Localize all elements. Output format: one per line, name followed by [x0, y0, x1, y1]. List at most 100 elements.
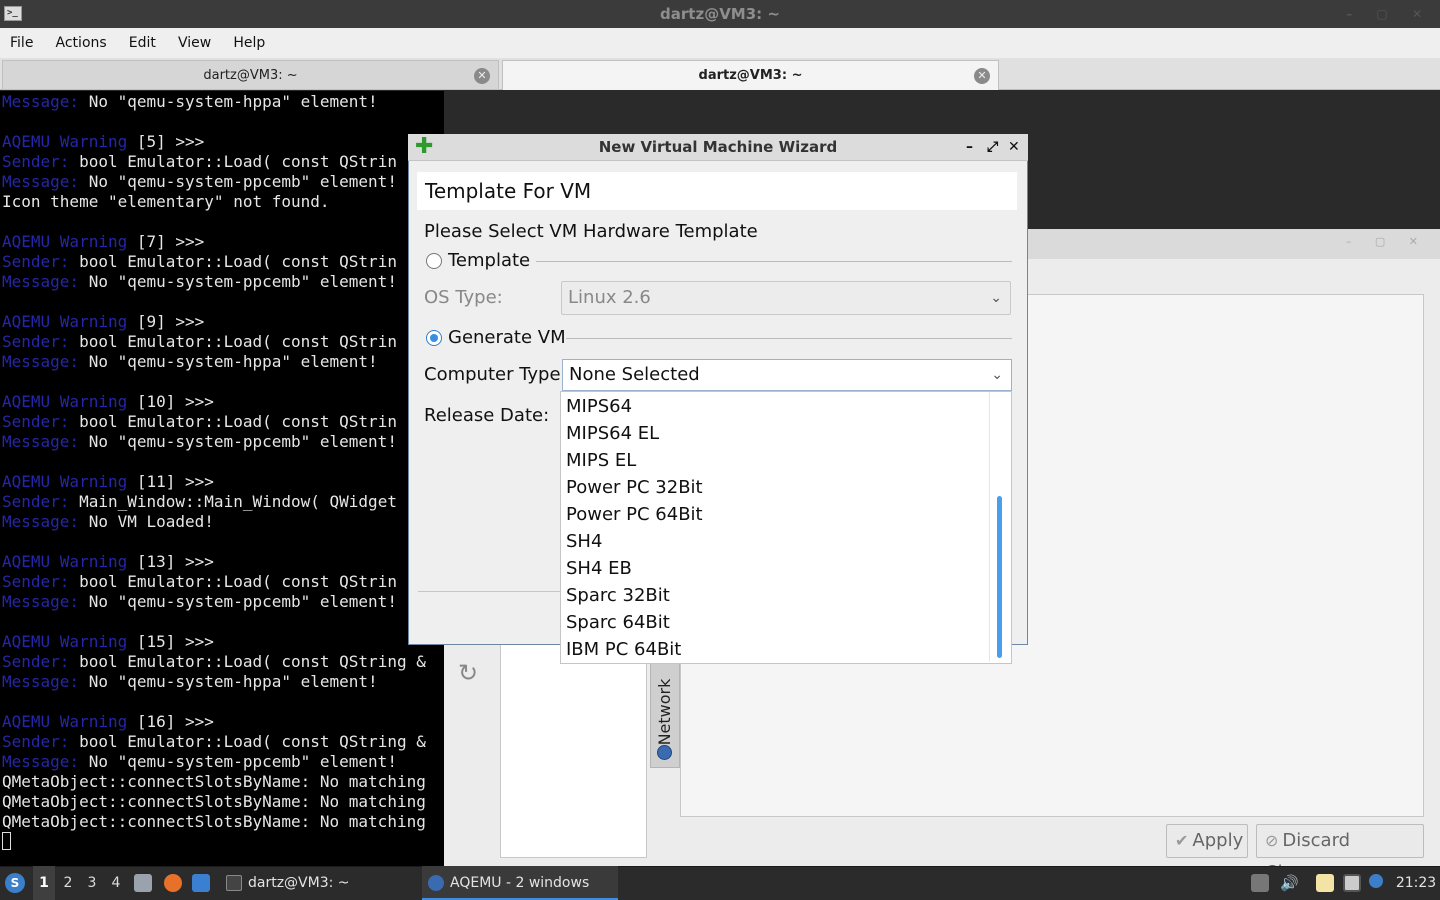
dropdown-option[interactable]: MIPS EL: [566, 447, 636, 474]
terminal-line-prefix: AQEMU Warning: [2, 632, 128, 651]
terminal-line: AQEMU Warning [13] >>>: [2, 552, 214, 572]
aqemu-icon: [428, 875, 444, 891]
terminal-line: Sender: bool Emulator::Load( const QStri…: [2, 652, 426, 672]
terminal-cursor: [2, 832, 11, 850]
network-globe-icon: [657, 745, 672, 760]
terminal-line-text: No "qemu-system-ppcemb" element!: [79, 272, 397, 291]
dropdown-option[interactable]: Sparc 64Bit: [566, 609, 670, 636]
terminal-line: Message: No "qemu-system-hppa" element!: [2, 352, 378, 372]
terminal-line-prefix: AQEMU Warning: [2, 232, 128, 251]
template-radio[interactable]: [426, 253, 442, 269]
refresh-icon[interactable]: ↻: [455, 660, 481, 686]
generate-vm-radio[interactable]: [426, 330, 442, 346]
menu-file[interactable]: File: [0, 28, 33, 58]
notes-icon[interactable]: [1316, 874, 1334, 892]
maximize-icon[interactable]: ⤢: [987, 134, 998, 161]
os-type-value: Linux 2.6: [568, 287, 651, 308]
file-manager-icon[interactable]: [134, 874, 152, 892]
workspace-2[interactable]: 2: [57, 866, 79, 900]
terminal-line-text: QMetaObject::connectSlotsByName: No matc…: [2, 772, 426, 791]
menu-actions[interactable]: Actions: [46, 28, 107, 58]
workspace-1[interactable]: 1: [33, 866, 55, 900]
aqemu-window-controls[interactable]: – ▢ ✕: [1346, 235, 1428, 248]
dialog-title: New Virtual Machine Wizard: [408, 134, 1028, 161]
volume-icon[interactable]: 🔊: [1280, 874, 1299, 892]
clock[interactable]: 21:23: [1394, 866, 1438, 900]
dropdown-option[interactable]: MIPS64: [566, 393, 632, 420]
minimize-icon[interactable]: –: [966, 134, 973, 161]
discard-changes-button[interactable]: ⊘Discard Changes: [1256, 824, 1424, 883]
terminal-line: AQEMU Warning [16] >>>: [2, 712, 214, 732]
dropdown-option[interactable]: Sparc 32Bit: [566, 582, 670, 609]
menu-view[interactable]: View: [168, 28, 211, 58]
desktop-icon[interactable]: [192, 874, 210, 892]
dropdown-option[interactable]: Power PC 64Bit: [566, 501, 703, 528]
terminal-line-prefix: Sender:: [2, 412, 70, 431]
window-titlebar: >_ dartz@VM3: ~ – ▢ ✕: [0, 0, 1440, 28]
menu-bar: File Actions Edit View Help: [0, 28, 1440, 58]
terminal-line: Message: No "qemu-system-ppcemb" element…: [2, 172, 397, 192]
terminal-line-prefix: Sender:: [2, 152, 70, 171]
terminal-line-text: Main_Window::Main_Window( QWidget: [69, 492, 397, 511]
terminal-output[interactable]: Message: No "qemu-system-hppa" element! A…: [0, 91, 444, 866]
os-type-select[interactable]: Linux 2.6 ⌄: [561, 281, 1011, 315]
close-icon[interactable]: ✕: [1008, 134, 1020, 161]
terminal-line-text: bool Emulator::Load( const QStrin: [69, 332, 397, 351]
terminal-line-prefix: Message:: [2, 752, 80, 771]
tray-icon[interactable]: [1251, 874, 1269, 892]
task-terminal[interactable]: dartz@VM3: ~: [220, 866, 420, 900]
apply-button[interactable]: ✔ Apply: [1166, 824, 1248, 858]
dropdown-option[interactable]: SH4 EB: [566, 555, 632, 582]
dropdown-option[interactable]: MIPS64 EL: [566, 420, 659, 447]
terminal-icon: >_: [4, 6, 22, 21]
taskbar: [0, 866, 1440, 900]
terminal-line-prefix: Sender:: [2, 572, 70, 591]
start-menu-icon[interactable]: S: [5, 873, 25, 893]
terminal-line-prefix: Sender:: [2, 492, 70, 511]
checkmark-icon: ✔: [1175, 831, 1189, 850]
updates-icon[interactable]: [1369, 874, 1383, 888]
terminal-line-prefix: Message:: [2, 432, 80, 451]
vm-list[interactable]: [500, 640, 647, 858]
terminal-line-text: bool Emulator::Load( const QStrin: [69, 572, 397, 591]
network-icon[interactable]: [1343, 874, 1361, 892]
os-type-label: OS Type:: [424, 287, 503, 308]
generate-vm-radio-label[interactable]: Generate VM: [448, 326, 566, 350]
dropdown-scrollbar-thumb[interactable]: [997, 496, 1002, 658]
computer-type-value: None Selected: [569, 364, 700, 385]
task-aqemu[interactable]: AQEMU - 2 windows: [422, 866, 618, 900]
terminal-line-text: [11] >>>: [127, 472, 214, 491]
terminal-line: Icon theme "elementary" not found.: [2, 192, 330, 212]
terminal-line-prefix: Sender:: [2, 332, 70, 351]
terminal-line: AQEMU Warning [15] >>>: [2, 632, 214, 652]
dropdown-option[interactable]: SH4: [566, 528, 602, 555]
terminal-line-prefix: AQEMU Warning: [2, 312, 128, 331]
template-radio-label[interactable]: Template: [448, 249, 530, 273]
firefox-icon[interactable]: [164, 874, 182, 892]
computer-type-dropdown-list: MIPS64 MIPS64 EL MIPS EL Power PC 32Bit Powe…: [560, 391, 1012, 664]
terminal-line-text: bool Emulator::Load( const QString &: [69, 732, 426, 751]
dropdown-option[interactable]: Power PC 32Bit: [566, 474, 703, 501]
computer-type-select[interactable]: None Selected ⌄: [562, 359, 1012, 391]
dropdown-option[interactable]: IBM PC 64Bit: [566, 636, 681, 663]
menu-help[interactable]: Help: [223, 28, 265, 58]
terminal-line-prefix: Sender:: [2, 652, 70, 671]
terminal-line-prefix: Message:: [2, 172, 80, 191]
terminal-line: AQEMU Warning [7] >>>: [2, 232, 204, 252]
tab-terminal-1[interactable]: dartz@VM3: ~ ✕: [2, 60, 499, 90]
workspace-3[interactable]: 3: [81, 866, 103, 900]
terminal-line: Message: No "qemu-system-ppcemb" element…: [2, 592, 397, 612]
close-tab-icon[interactable]: ✕: [974, 68, 990, 84]
window-controls[interactable]: – ▢ ✕: [1346, 0, 1432, 28]
separator: [536, 261, 1012, 262]
tab-label: dartz@VM3: ~: [698, 68, 803, 83]
terminal-line-prefix: Sender:: [2, 252, 70, 271]
menu-edit[interactable]: Edit: [119, 28, 156, 58]
terminal-line-prefix: Sender:: [2, 732, 70, 751]
page-subtitle: Please Select VM Hardware Template: [424, 221, 758, 242]
tab-terminal-2[interactable]: dartz@VM3: ~ ✕: [502, 60, 999, 90]
workspace-4[interactable]: 4: [105, 866, 127, 900]
aqemu-titlebar: – ▢ ✕: [1028, 229, 1440, 259]
close-tab-icon[interactable]: ✕: [474, 68, 490, 84]
terminal-line-text: [10] >>>: [127, 392, 214, 411]
